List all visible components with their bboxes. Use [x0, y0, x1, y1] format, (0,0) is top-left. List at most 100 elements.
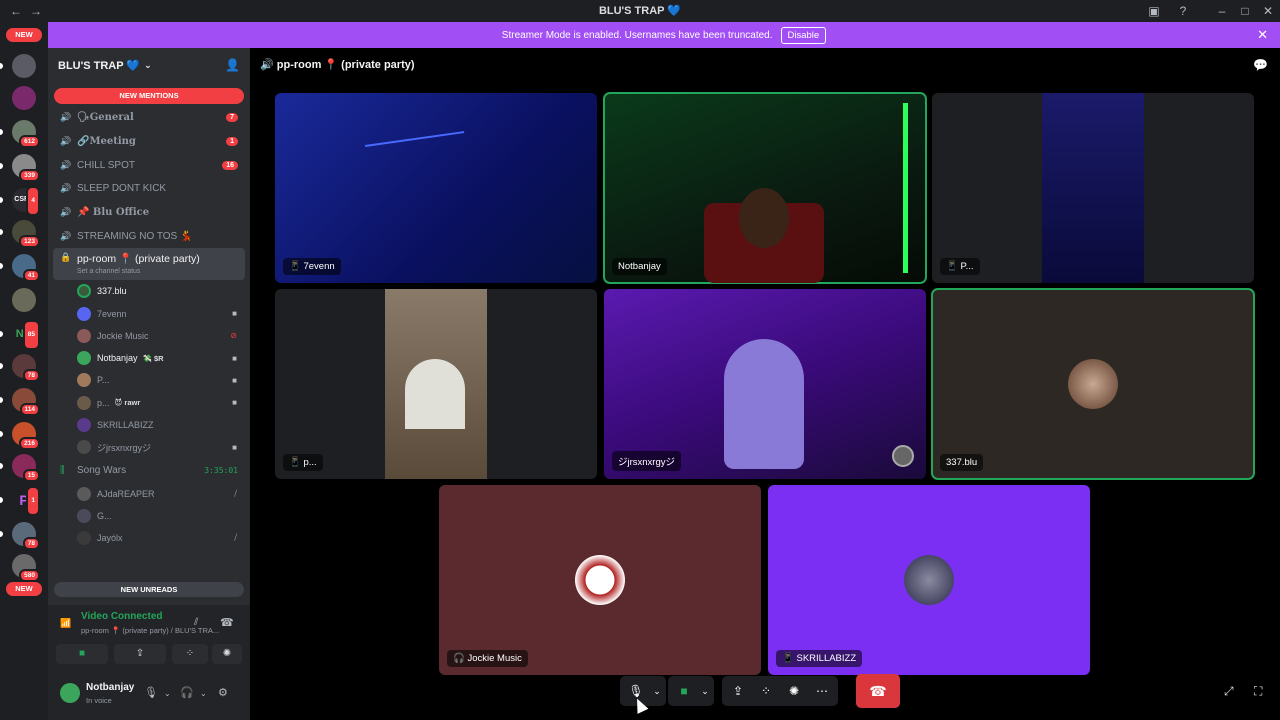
channel-status[interactable]: Set a channel status [77, 268, 140, 275]
chat-icon[interactable]: 💬 [1253, 58, 1268, 72]
new-servers-pill-bottom[interactable]: NEW [6, 582, 42, 596]
voice-member[interactable]: Jayólx ⧸ [48, 527, 250, 549]
server-icon[interactable] [12, 86, 36, 110]
channel-blu-office[interactable]: 🔊 📌 Blu Office [48, 201, 250, 225]
voice-member[interactable]: 337.blu [48, 280, 250, 302]
avatar[interactable] [60, 683, 80, 703]
chevron-down-icon[interactable]: ⌄ [164, 689, 171, 698]
voice-member[interactable]: Notbanjay 💸 $R ■ [48, 347, 250, 369]
new-unreads-pill[interactable]: NEW UNREADS [54, 582, 244, 597]
mic-icon[interactable]: 🎙 [144, 686, 158, 699]
server-icon[interactable]: 15 [12, 454, 40, 482]
help-icon[interactable]: ? [1175, 3, 1191, 19]
popout-icon[interactable]: ⤢ [1224, 684, 1234, 699]
server-icon[interactable]: 580 [12, 554, 40, 582]
video-tile[interactable]: Notbanjay [603, 92, 927, 284]
activities-button[interactable]: ⁘ [172, 644, 208, 664]
voice-member[interactable]: 7evenn ■ [48, 302, 250, 324]
headphones-icon[interactable]: 🎧 [180, 686, 194, 699]
soundboard-button[interactable]: ✺ [212, 644, 242, 664]
voice-member[interactable]: G... [48, 505, 250, 527]
disable-streamer-mode-button[interactable]: Disable [780, 26, 827, 44]
server-icon[interactable]: 78 [12, 354, 40, 382]
channel-sleep-dont-kick[interactable]: 🔊 SLEEP DONT KICK [48, 177, 250, 201]
new-servers-pill[interactable]: NEW [6, 28, 42, 42]
inbox-icon[interactable]: ▣ [1146, 3, 1162, 19]
channel-general[interactable]: 🔊 🗣General 7 [48, 106, 250, 130]
guild-name: BLU'S TRAP 💙 [58, 59, 141, 72]
activity-icon: ⫼ [60, 465, 65, 476]
new-mentions-pill[interactable]: NEW MENTIONS [54, 88, 244, 104]
tile-label: 337.blu [940, 454, 984, 471]
channel-chill-spot[interactable]: 🔊 CHILL SPOT 16 [48, 153, 250, 177]
noise-suppression-icon[interactable]: ⫽ [194, 617, 198, 628]
server-icon[interactable] [12, 54, 36, 78]
channel-streaming-no-tos[interactable]: 🔊 STREAMING NO TOS 💃 [48, 224, 250, 248]
voice-member[interactable]: AJdaREAPER ⧸ [48, 483, 250, 505]
video-tile[interactable]: 🎧 Jockie Music [439, 485, 761, 675]
server-icon[interactable]: 78 [12, 522, 40, 550]
voice-status[interactable]: Video Connected [81, 611, 163, 622]
camera-toggle-button[interactable]: ■ [670, 677, 698, 705]
server-icon[interactable]: 123 [12, 220, 40, 248]
disconnect-icon[interactable]: ☎ [220, 616, 234, 629]
speaker-icon: 🔊 [60, 183, 72, 194]
video-tile[interactable]: 337.blu [931, 288, 1255, 480]
server-icon[interactable]: 41 [12, 254, 40, 282]
close-banner-icon[interactable]: ✕ [1257, 27, 1268, 43]
minimize-icon[interactable]: – [1214, 3, 1230, 19]
video-tile[interactable]: ジjrsxnxrgyジ [604, 289, 926, 479]
deafened-icon: ⊘ [230, 331, 237, 341]
avatar [77, 440, 91, 455]
speaker-icon: 🔊 [260, 59, 277, 71]
more-options-button[interactable]: ⋯ [808, 677, 836, 705]
mention-badge: 7 [226, 113, 238, 123]
voice-member[interactable]: p... 😈 rawr ■ [48, 392, 250, 414]
chevron-down-icon[interactable]: ⌄ [650, 677, 664, 705]
close-window-icon[interactable]: ✕ [1260, 3, 1276, 19]
camera-icon: ■ [232, 398, 237, 408]
avatar [77, 418, 91, 433]
guild-header[interactable]: BLU'S TRAP 💙 ⌄ 👤 [48, 48, 250, 82]
signal-icon[interactable]: 📶 [58, 615, 74, 631]
video-tile[interactable]: 📱 SKRILLABIZZ [768, 485, 1090, 675]
disconnect-call-button[interactable]: ☎ [856, 674, 900, 708]
channel-meeting[interactable]: 🔊 🔗Meeting 1 [48, 130, 250, 154]
server-icon[interactable]: 612 [12, 120, 40, 148]
video-tile[interactable]: 📱 p... [275, 289, 597, 479]
window-title: BLU'S TRAP 💙 [598, 5, 682, 17]
channel-pp-room[interactable]: 🔒 pp-room 📍 (private party) Set a channe… [53, 248, 245, 281]
settings-gear-icon[interactable]: ⚙ [218, 686, 228, 699]
server-icon[interactable]: P1 [12, 486, 40, 516]
activity-control-group: ⇪ ⁘ ✺ ⋯ [722, 676, 838, 706]
chevron-down-icon[interactable]: ⌄ [200, 689, 207, 698]
server-icon[interactable] [12, 288, 36, 312]
server-icon[interactable]: NG85 [12, 320, 40, 350]
camera-icon: ■ [232, 375, 237, 385]
invite-people-icon[interactable]: 👤 [225, 58, 240, 72]
video-tile[interactable]: 📱 P... [932, 93, 1254, 283]
person [739, 188, 789, 248]
voice-member[interactable]: P... ■ [48, 369, 250, 391]
avatar [77, 306, 91, 321]
voice-member[interactable]: Jockie Music ⊘ [48, 325, 250, 347]
speaker-icon: 🔊 [60, 207, 72, 218]
server-icon[interactable]: 114 [12, 388, 40, 416]
share-screen-button[interactable]: ⇪ [724, 677, 752, 705]
voice-member[interactable]: SKRILLABIZZ [48, 414, 250, 436]
server-icon[interactable]: CSRP 4 [12, 186, 40, 216]
channel-song-wars[interactable]: ⫼ Song Wars 3:35:01 [48, 459, 250, 483]
soundboard-button[interactable]: ✺ [780, 677, 808, 705]
server-icon[interactable]: 339 [12, 154, 40, 182]
chevron-down-icon[interactable]: ⌄ [698, 677, 712, 705]
fullscreen-icon[interactable]: ⛶ [1254, 684, 1262, 699]
maximize-icon[interactable]: □ [1237, 3, 1253, 19]
video-tile[interactable]: 📱 7evenn [275, 93, 597, 283]
server-icon[interactable]: 216 [12, 422, 40, 450]
username[interactable]: Notbanjay [86, 682, 134, 693]
avatar [77, 531, 91, 546]
share-screen-button[interactable]: ⇪ [114, 644, 166, 664]
voice-member[interactable]: ジjrsxnxrgyジ ■ [48, 436, 250, 458]
activities-button[interactable]: ⁘ [752, 677, 780, 705]
video-button[interactable]: ■ [56, 644, 108, 664]
